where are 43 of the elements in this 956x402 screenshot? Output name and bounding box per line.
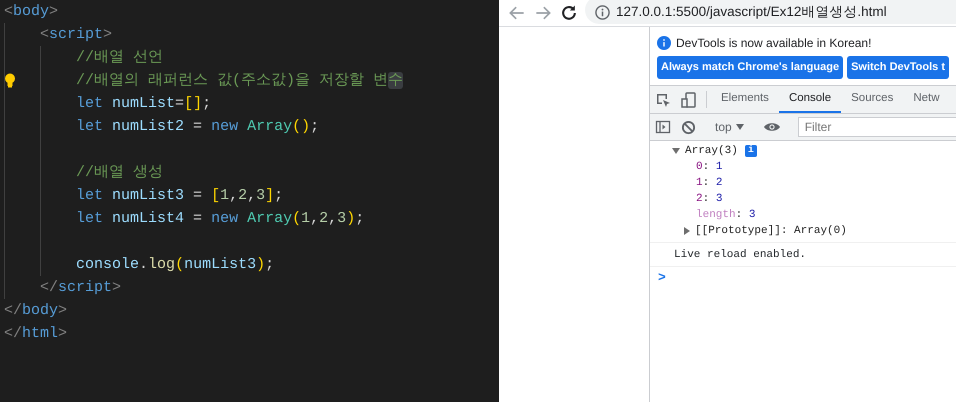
reload-icon[interactable] <box>559 3 579 23</box>
device-icon[interactable] <box>681 92 697 108</box>
devtools-tab[interactable]: Sources <box>841 86 904 113</box>
code-line: </html> <box>4 324 68 344</box>
object-label[interactable]: Array(3) <box>685 143 738 159</box>
banner-button[interactable]: Switch DevTools t <box>847 56 949 79</box>
banner-message: DevTools is now available in Korean! <box>676 35 872 52</box>
code-line: </body> <box>4 301 68 321</box>
devtools-tab[interactable]: Elements <box>711 86 779 113</box>
devtools-tab[interactable]: Netw <box>903 86 950 113</box>
code-line: let numList4 = new Array(1,2,3); <box>76 209 364 229</box>
code-line: //배열 선언 <box>76 48 164 68</box>
code-line: //배열의 래퍼런스 값(주소값)을 저장할 변수 <box>76 71 404 91</box>
caret-icon <box>736 124 744 130</box>
property-line: 1: 2 <box>696 176 722 191</box>
expand-triangle-icon[interactable] <box>684 227 690 235</box>
property-line: length: 3 <box>696 208 756 223</box>
info-badge: i <box>744 145 757 157</box>
sidebar-icon[interactable] <box>655 119 671 135</box>
filter-field[interactable]: Filter <box>798 117 956 137</box>
console-message: Live reload enabled. <box>674 249 806 261</box>
property-line: 2: 3 <box>696 192 722 207</box>
collapse-triangle-icon[interactable] <box>672 148 680 154</box>
console-prompt[interactable]: > <box>650 267 956 286</box>
address-bar[interactable]: 127.0.0.1:5500/javascript/Ex12배열생성.html <box>585 0 956 24</box>
code-line: let numList2 = new Array(); <box>76 117 320 137</box>
property-line: [[Prototype]]: Array(0) <box>695 224 847 239</box>
info-icon <box>657 36 671 50</box>
property-line: 0: 1 <box>696 160 722 175</box>
code-line: console.log(numList3); <box>76 255 274 275</box>
lightbulb-icon[interactable] <box>4 73 16 88</box>
code-line: </script> <box>40 278 122 298</box>
context-dropdown[interactable]: top <box>709 114 750 140</box>
inspect-icon[interactable] <box>655 92 671 108</box>
code-line: <body> <box>4 2 58 22</box>
info-icon[interactable] <box>595 4 610 20</box>
eye-icon[interactable] <box>762 121 781 133</box>
clear-icon[interactable] <box>681 120 696 134</box>
code-line: <script> <box>40 25 112 45</box>
code-line: let numList=[]; <box>76 94 212 114</box>
code-line: let numList3 = [1,2,3]; <box>76 186 284 206</box>
banner-button[interactable]: Always match Chrome's language <box>657 56 844 79</box>
code-line: //배열 생성 <box>76 163 164 183</box>
